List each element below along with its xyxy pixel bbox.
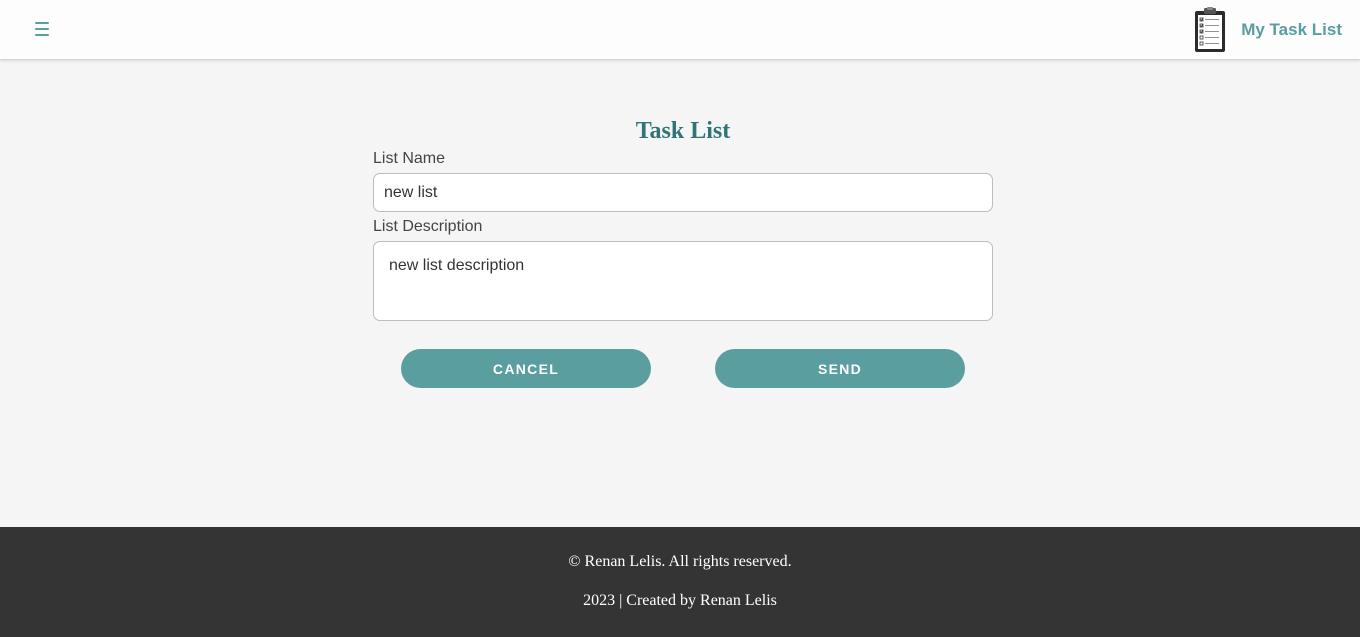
list-name-input[interactable] [373, 173, 993, 212]
brand[interactable]: My Task List [1194, 7, 1342, 53]
list-description-textarea[interactable]: new list description [373, 241, 993, 321]
list-name-label: List Name [373, 150, 446, 167]
top-navbar: My Task List [0, 0, 1360, 60]
form-title: Task List [635, 118, 731, 144]
footer-credit: 2023 | Created by Renan Lelis [583, 592, 777, 609]
list-description-label: List Description [373, 218, 483, 235]
cancel-button[interactable]: CANCEL [401, 349, 651, 388]
clipboard-checklist-icon [1195, 7, 1226, 52]
footer: © Renan Lelis. All rights reserved. 2023… [0, 527, 1360, 637]
brand-title[interactable]: My Task List [1241, 20, 1342, 40]
footer-copyright: © Renan Lelis. All rights reserved. [568, 553, 792, 570]
hamburger-menu-icon[interactable] [34, 21, 50, 37]
send-button[interactable]: SEND [715, 349, 965, 388]
